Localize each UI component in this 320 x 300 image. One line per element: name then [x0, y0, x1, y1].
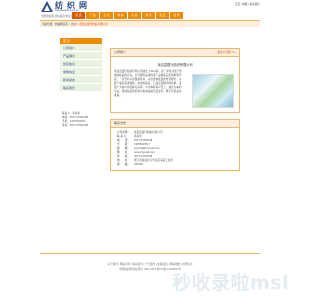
main-nav: 首 页 产 品 企 业 求 购 供 应 资 讯 展 会 招 聘 [72, 12, 183, 19]
intro-title-text: 公司简介 [114, 50, 127, 54]
contact-row: 邮 编： 325108 [117, 163, 233, 167]
contact-value: 325108 [134, 163, 143, 166]
company-name: 永嘉县银行纺织有限公司 [157, 63, 193, 67]
breadcrumb-bar: 当前位置：纺织网首页 > 企业 > 永嘉县银行纺织有限公司 [40, 20, 260, 27]
top-links[interactable]: 首页 | 收藏 | 联系我们 [235, 2, 260, 6]
main-content: 公司简介 更多公司简介>> 永嘉县银行纺织有限公司 永嘉县银行纺织有限公司成立于… [110, 48, 240, 171]
breadcrumb-current: 永嘉县银行纺织有限公司 [79, 23, 108, 26]
intro-more-link[interactable]: 更多公司简介>> [217, 49, 236, 56]
nav-companies[interactable]: 企 业 [100, 12, 113, 19]
nav-products[interactable]: 产 品 [86, 12, 99, 19]
watermark-logo: 秒收录啦msl [172, 272, 290, 294]
footer-divider [40, 253, 260, 254]
sidebar-item-products[interactable]: 产品展示 [60, 52, 102, 60]
intro-text: 永嘉县银行纺织有限公司成立于2011年，是一家专业生产各类纺织品的企业，公司拥有… [114, 70, 182, 97]
sidebar-contact: 联系人：黄先生 电话：0577-67652198 手机：13376920517 … [60, 112, 102, 128]
sidebar-contact-fax: 传真：0577-67652198 [62, 124, 88, 127]
nav-exhibitions[interactable]: 展 会 [156, 12, 169, 19]
contact-title: 联系方式 [111, 120, 239, 128]
breadcrumb-prefix[interactable]: 当前位置：纺织网首页 > 企业 > [42, 23, 78, 26]
sidebar-item-news[interactable]: 新闻动态 [60, 76, 102, 84]
logo-icon[interactable] [41, 1, 53, 13]
footer-links[interactable]: 关于我们 | 网站声明 | 联系我们 | 广告服务 | 友情链接 | 网站地图 … [0, 262, 300, 266]
sidebar-item-contact[interactable]: 联系我们 [60, 84, 102, 92]
breadcrumb[interactable]: 当前位置：纺织网首页 > 企业 > 永嘉县银行纺织有限公司 [42, 22, 108, 26]
sidebar-item-supply[interactable]: 供应信息 [60, 60, 102, 68]
product-image[interactable] [192, 74, 234, 108]
nav-supply[interactable]: 供 应 [128, 12, 141, 19]
nav-jobs[interactable]: 招 聘 [170, 12, 183, 19]
intro-title: 公司简介 更多公司简介>> [111, 49, 239, 57]
contact-body: 公司名称： 永嘉县银行纺织有限公司 联 系 人： 黄先生 电 话： 0577-6765… [111, 128, 239, 170]
sidebar-item-buy[interactable]: 求购信息 [60, 68, 102, 76]
nav-home[interactable]: 首 页 [72, 12, 85, 19]
sidebar-item-intro[interactable]: 公司简介 [60, 44, 102, 52]
intro-panel: 公司简介 更多公司简介>> 永嘉县银行纺织有限公司 永嘉县银行纺织有限公司成立于… [110, 48, 240, 113]
intro-body: 永嘉县银行纺织有限公司成立于2011年，是一家专业生产各类纺织品的企业，公司拥有… [111, 70, 239, 112]
nav-news[interactable]: 资 讯 [142, 12, 155, 19]
sidebar: 首 页 公司简介 产品展示 供应信息 求购信息 新闻动态 联系我们 联系人：黄先… [60, 38, 102, 128]
nav-buy[interactable]: 求 购 [114, 12, 127, 19]
contact-panel: 联系方式 公司名称： 永嘉县银行纺织有限公司 联 系 人： 黄先生 电 话： 0577… [110, 119, 240, 171]
contact-key: 邮 编： [117, 163, 130, 166]
